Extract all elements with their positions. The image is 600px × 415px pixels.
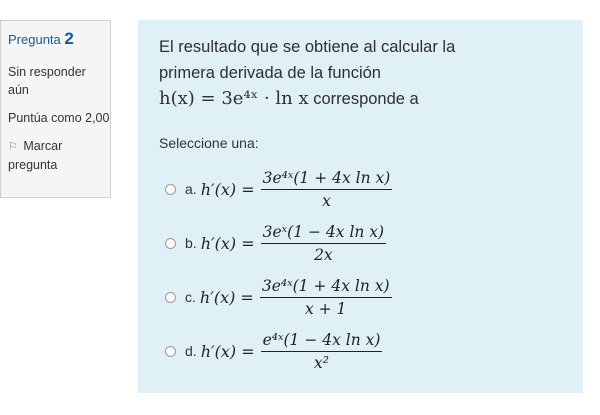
question-grade: Puntúa como 2,00 xyxy=(8,111,110,125)
radio-option-c[interactable] xyxy=(165,291,176,303)
fraction-numerator: 3eˣ(1 − 4x ln x) xyxy=(260,223,387,244)
answer-option-b[interactable]: b. h′(x) = 3eˣ(1 − 4x ln x) 2x xyxy=(159,216,571,270)
fraction-denominator: 2x xyxy=(314,245,333,264)
answer-options: a. h′(x) = 3e⁴ˣ(1 + 4x ln x) x b. h′(x) … xyxy=(159,162,571,378)
fraction-denominator: x² xyxy=(314,353,330,372)
question-text-line2: primera derivada de la función xyxy=(159,64,381,82)
option-fraction: 3e⁴ˣ(1 + 4x ln x) x xyxy=(260,169,393,210)
question-text-line1: El resultado que se obtiene al calcular … xyxy=(159,38,456,56)
question-number-label: Pregunta 2 xyxy=(8,29,74,48)
option-letter: a. xyxy=(185,181,197,197)
answer-option-a[interactable]: a. h′(x) = 3e⁴ˣ(1 + 4x ln x) x xyxy=(159,162,571,216)
radio-option-a[interactable] xyxy=(165,183,176,195)
radio-option-d[interactable] xyxy=(165,345,176,357)
option-letter: d. xyxy=(185,343,197,359)
option-fraction: 3eˣ(1 − 4x ln x) 2x xyxy=(260,223,387,264)
flag-icon: ⚐ xyxy=(8,141,18,153)
option-fraction: 3e⁴ˣ(1 + 4x ln x) x + 1 xyxy=(259,277,392,318)
answer-prompt: Seleccione una: xyxy=(159,135,259,151)
fraction-denominator: x + 1 xyxy=(304,299,347,318)
option-lhs: h′(x) = xyxy=(199,287,254,307)
option-lhs: h′(x) = xyxy=(200,179,255,199)
answer-option-d[interactable]: d. h′(x) = e⁴ˣ(1 − 4x ln x) x² xyxy=(159,324,571,378)
question-content-panel: El resultado que se obtiene al calcular … xyxy=(138,20,583,393)
fraction-numerator: 3e⁴ˣ(1 + 4x ln x) xyxy=(259,277,392,298)
option-lhs: h′(x) = xyxy=(200,341,255,361)
fraction-numerator: e⁴ˣ(1 − 4x ln x) xyxy=(260,331,383,352)
question-info-panel: Pregunta 2 Sin responder aún Puntúa como… xyxy=(0,20,111,198)
option-letter: c. xyxy=(185,289,196,305)
question-formula: h(x) = 3e⁴ˣ · ln x xyxy=(159,88,309,109)
option-lhs: h′(x) = xyxy=(200,233,255,253)
radio-option-b[interactable] xyxy=(165,237,176,249)
fraction-numerator: 3e⁴ˣ(1 + 4x ln x) xyxy=(260,169,393,190)
option-letter: b. xyxy=(185,235,197,251)
flag-question-link[interactable]: ⚐ Marcar pregunta xyxy=(8,137,110,174)
option-fraction: e⁴ˣ(1 − 4x ln x) x² xyxy=(260,331,383,372)
question-status: Sin responder aún xyxy=(8,65,86,97)
answer-option-c[interactable]: c. h′(x) = 3e⁴ˣ(1 + 4x ln x) x + 1 xyxy=(159,270,571,324)
question-text-tail: corresponde a xyxy=(308,90,419,108)
question-text: El resultado que se obtiene al calcular … xyxy=(159,34,571,112)
question-number: 2 xyxy=(64,29,74,48)
fraction-denominator: x xyxy=(322,191,331,210)
